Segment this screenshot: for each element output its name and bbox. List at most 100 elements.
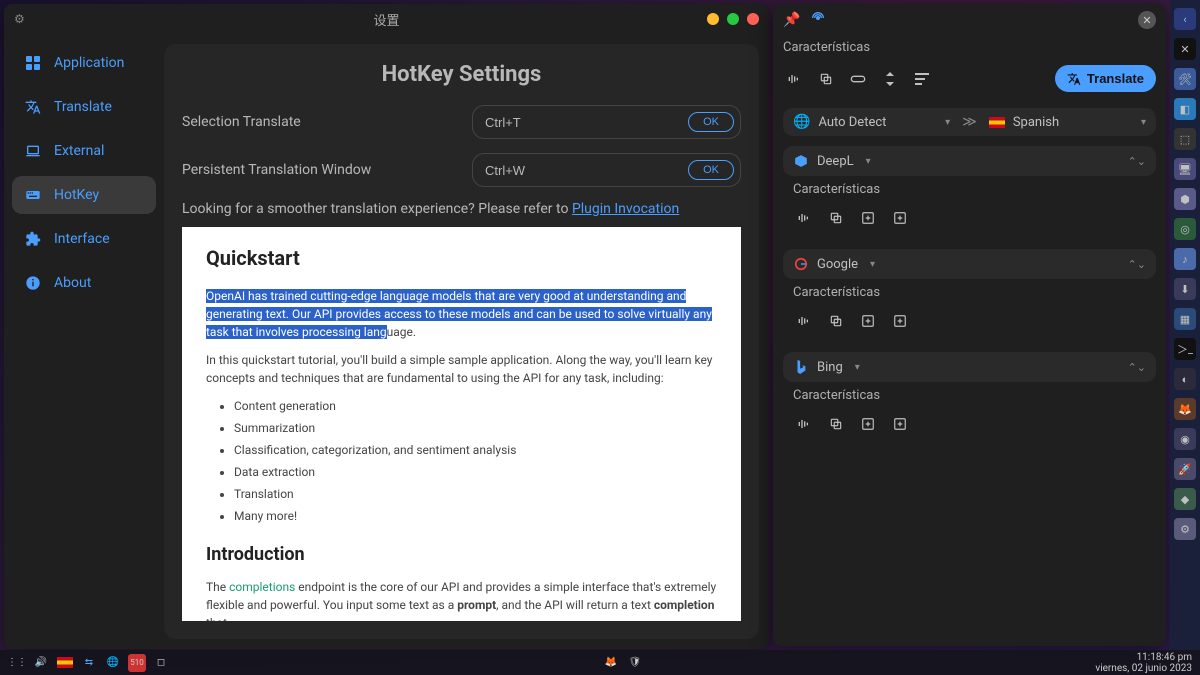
window-title: 设置 <box>373 10 399 29</box>
sidebar-item-application[interactable]: Application <box>12 44 156 82</box>
add-icon[interactable] <box>857 413 879 435</box>
globe-icon[interactable]: 🌐 <box>104 654 122 672</box>
add-icon[interactable] <box>889 310 911 332</box>
sidebar-item-label: External <box>54 143 104 159</box>
sidebar-item-hotkey[interactable]: HotKey <box>12 176 156 214</box>
dock-app-icon[interactable]: ◉ <box>1174 428 1196 450</box>
shield-tray-icon[interactable]: 🛡 <box>626 654 644 672</box>
pin-icon[interactable]: 📌 <box>783 12 800 28</box>
audio-icon[interactable] <box>793 310 815 332</box>
broadcast-icon[interactable] <box>810 10 826 30</box>
collapse-icon[interactable]: ⌃⌄ <box>1128 361 1146 374</box>
hotkey-input[interactable] <box>485 163 688 178</box>
translate-button[interactable]: Translate <box>1055 65 1156 92</box>
sidebar-item-external[interactable]: External <box>12 132 156 170</box>
collapse-icon[interactable]: ⌃⌄ <box>1128 155 1146 168</box>
sidebar-item-interface[interactable]: Interface <box>12 220 156 258</box>
add-icon[interactable] <box>889 413 911 435</box>
dock-app-icon[interactable]: ✕ <box>1174 38 1196 60</box>
dock-tools-icon[interactable]: 🛠 <box>1174 68 1196 90</box>
dock-music-icon[interactable]: ♪ <box>1174 248 1196 270</box>
keyboard-icon <box>24 186 42 204</box>
doc-bullet[interactable]: Data extraction <box>234 463 717 481</box>
completions-link[interactable]: completions <box>229 580 295 594</box>
dock-app-icon[interactable]: 🚀 <box>1174 458 1196 480</box>
collapse-icon[interactable]: ⌃⌄ <box>1128 258 1146 271</box>
ok-button[interactable]: OK <box>688 160 734 180</box>
dock-app-icon[interactable]: ▦ <box>1174 308 1196 330</box>
provider-header[interactable]: Google ▾ ⌃⌄ <box>783 249 1156 279</box>
add-icon[interactable] <box>857 207 879 229</box>
dock-arrow-icon[interactable]: ‹ <box>1174 8 1196 30</box>
provider-header[interactable]: Bing ▾ ⌃⌄ <box>783 352 1156 382</box>
swap-icon[interactable]: ≫ <box>962 114 977 130</box>
titlebar: ⚙ 设置 <box>4 4 769 34</box>
dock-terminal-icon[interactable]: ＞_ <box>1174 338 1196 360</box>
dock-app-icon[interactable]: ◎ <box>1174 218 1196 240</box>
hotkey-input-wrap: OK <box>472 105 741 139</box>
sync-icon[interactable]: ⇆ <box>80 654 98 672</box>
doc-paragraph[interactable]: In this quickstart tutorial, you'll buil… <box>206 351 717 387</box>
firefox-tray-icon[interactable]: 🦊 <box>602 654 620 672</box>
info-icon <box>24 274 42 292</box>
copy-icon[interactable] <box>815 68 837 90</box>
audio-icon[interactable] <box>783 68 805 90</box>
provider-header[interactable]: DeepL ▾ ⌃⌄ <box>783 146 1156 176</box>
sidebar-item-label: HotKey <box>54 187 99 203</box>
provider-google: Google ▾ ⌃⌄ Características <box>783 249 1156 344</box>
sidebar-item-translate[interactable]: Translate <box>12 88 156 126</box>
clock[interactable]: 11:18:46 pm viernes, 02 junio 2023 <box>1095 652 1192 674</box>
hotkey-input[interactable] <box>485 115 688 130</box>
ok-button[interactable]: OK <box>688 112 734 132</box>
target-language-select[interactable]: Spanish ▾ <box>989 115 1146 130</box>
dock-download-icon[interactable]: ⬇ <box>1174 278 1196 300</box>
copy-icon[interactable] <box>825 413 847 435</box>
add-icon[interactable] <box>889 207 911 229</box>
spain-flag-icon[interactable] <box>56 654 74 672</box>
doc-bullet[interactable]: Content generation <box>234 397 717 415</box>
doc-bullet[interactable]: Translation <box>234 485 717 503</box>
audio-icon[interactable] <box>793 207 815 229</box>
close-button[interactable] <box>747 13 759 25</box>
doc-bullet-list: Content generation Summarization Classif… <box>234 397 717 525</box>
list-icon[interactable] <box>911 68 933 90</box>
doc-bullet[interactable]: Classification, categorization, and sent… <box>234 441 717 459</box>
panel-title: HotKey Settings <box>182 62 741 87</box>
dock-app-icon[interactable]: ◆ <box>1174 488 1196 510</box>
copy-icon[interactable] <box>825 207 847 229</box>
doc-bullet[interactable]: Many more! <box>234 507 717 525</box>
features-label: Características <box>783 40 1156 55</box>
doc-paragraph-highlighted[interactable]: OpenAI has trained cutting-edge language… <box>206 287 717 341</box>
dock-settings-icon[interactable]: ⚙ <box>1174 518 1196 540</box>
doc-paragraph[interactable]: The completions endpoint is the core of … <box>206 578 717 621</box>
add-icon[interactable] <box>857 310 879 332</box>
plugin-invocation-link[interactable]: Plugin Invocation <box>572 201 679 217</box>
features-label: Características <box>793 388 1146 403</box>
dock-firefox-icon[interactable]: 🦊 <box>1174 398 1196 420</box>
translate-icon <box>24 98 42 116</box>
minimize-button[interactable] <box>707 13 719 25</box>
dock-app-icon[interactable]: ◧ <box>1174 98 1196 120</box>
sidebar-item-about[interactable]: About <box>12 264 156 302</box>
language-selector: 🌐 Auto Detect ▾ ≫ Spanish ▾ <box>783 108 1156 136</box>
app-icon[interactable]: ◻ <box>152 654 170 672</box>
maximize-button[interactable] <box>727 13 739 25</box>
net-badge[interactable]: 510 <box>128 654 146 672</box>
source-language-select[interactable]: 🌐 Auto Detect ▾ <box>793 114 950 130</box>
translate-window: 📌 ✕ Características Translate 🌐 Auto <box>773 4 1166 646</box>
gear-icon: ⚙ <box>14 12 25 26</box>
dock-app-icon[interactable]: ⬚ <box>1174 128 1196 150</box>
copy-icon[interactable] <box>825 310 847 332</box>
doc-bullet[interactable]: Summarization <box>234 419 717 437</box>
link-icon[interactable] <box>847 68 869 90</box>
sidebar-item-label: About <box>54 275 91 291</box>
audio-icon[interactable] <box>793 413 815 435</box>
collapse-icon[interactable] <box>879 68 901 90</box>
menu-icon[interactable]: ⋮⋮ <box>8 654 26 672</box>
dock-monitor-icon[interactable]: 🖥 <box>1174 158 1196 180</box>
dock-app-icon[interactable]: ⬢ <box>1174 188 1196 210</box>
close-icon[interactable]: ✕ <box>1138 11 1156 29</box>
hotkey-row-selection: Selection Translate OK <box>182 105 741 139</box>
volume-icon[interactable]: 🔊 <box>32 654 50 672</box>
dock-app-icon[interactable]: ◐ <box>1174 368 1196 390</box>
